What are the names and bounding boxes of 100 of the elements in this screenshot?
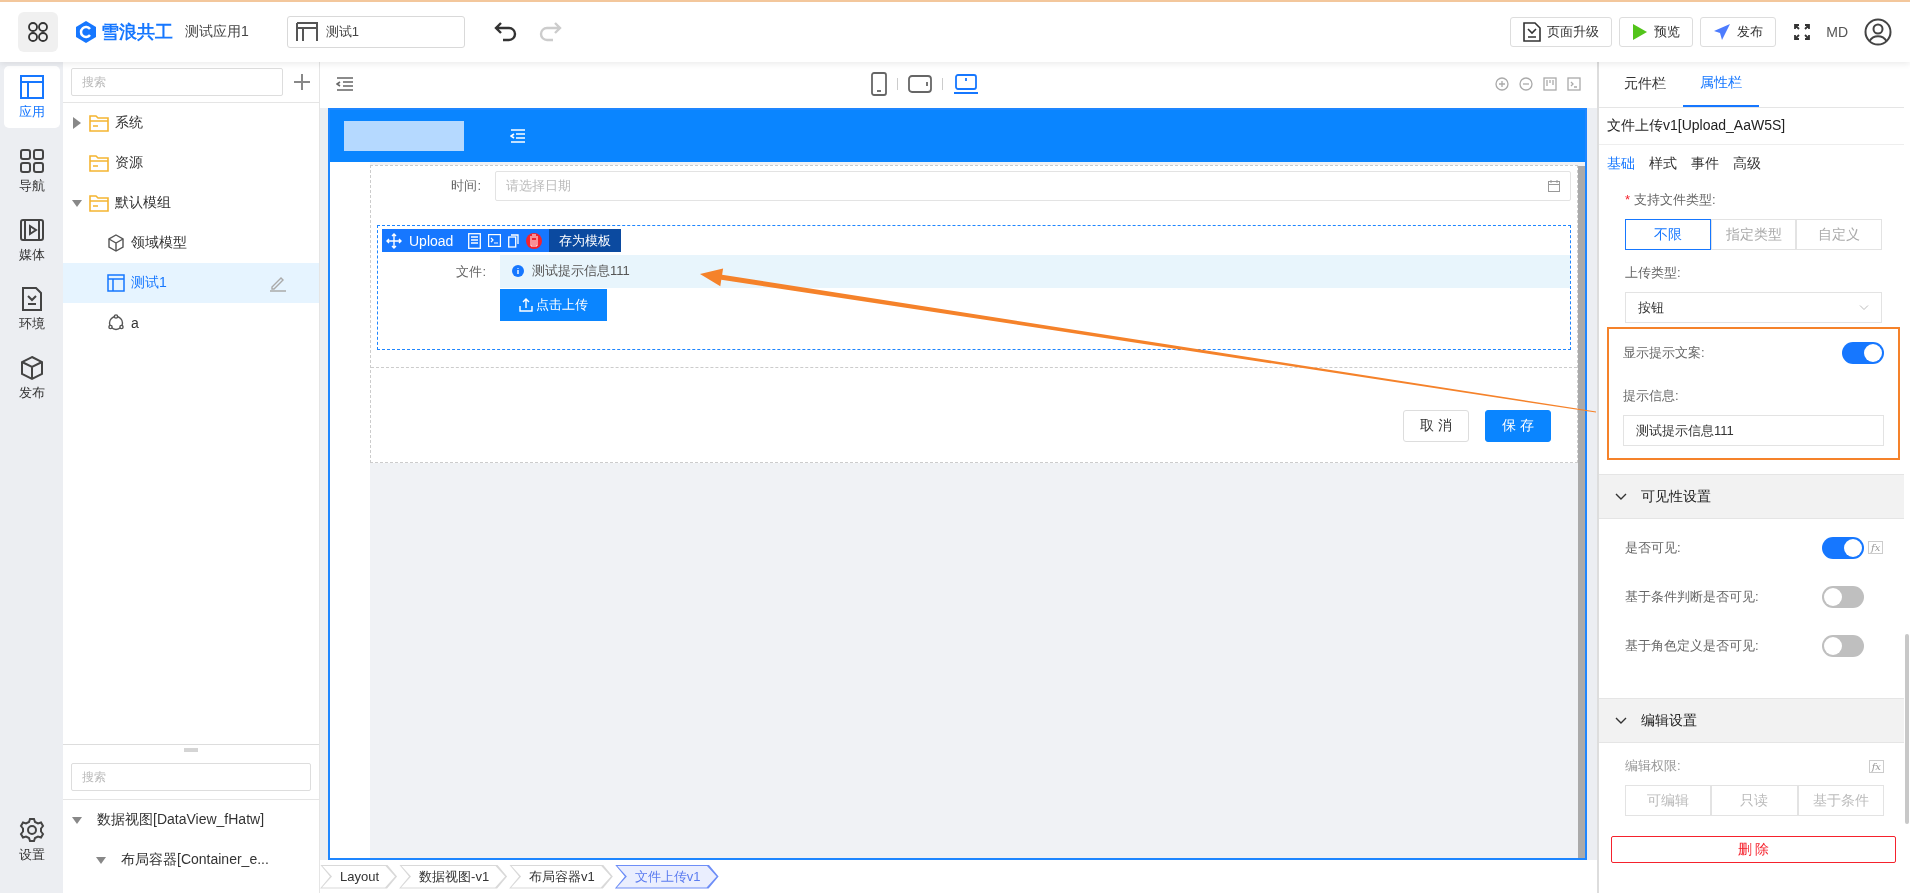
breadcrumb[interactable]: 布局容器v1 bbox=[509, 864, 613, 889]
tree-item[interactable]: 系统 bbox=[63, 103, 319, 143]
tree-item[interactable]: 默认模组 bbox=[63, 183, 319, 223]
collapse-menu-icon[interactable] bbox=[336, 77, 354, 91]
copy-icon[interactable] bbox=[508, 233, 520, 248]
panel-tab[interactable]: 属性栏 bbox=[1683, 60, 1759, 107]
outline-item[interactable]: 数据视图[DataView_fHatw] bbox=[63, 800, 319, 840]
toggle-switch[interactable] bbox=[1822, 536, 1864, 559]
logo-icon bbox=[75, 20, 97, 44]
app-icon bbox=[18, 73, 45, 100]
tip-input-field[interactable]: 测试提示信息111 bbox=[1623, 415, 1884, 446]
section-header[interactable]: 编辑设置 bbox=[1599, 699, 1904, 743]
play-icon bbox=[1632, 23, 1649, 41]
move-icon[interactable] bbox=[386, 232, 402, 249]
save-template-button[interactable]: 存为模板 bbox=[549, 229, 622, 252]
tree-item[interactable]: a bbox=[63, 303, 319, 343]
sub-tab[interactable]: 事件 bbox=[1691, 155, 1719, 173]
calendar-icon bbox=[1548, 180, 1560, 192]
apps-button[interactable] bbox=[18, 12, 58, 52]
setting-label: 上传类型: bbox=[1625, 264, 1681, 282]
avatar-icon[interactable] bbox=[1864, 18, 1892, 46]
zoom-in-icon[interactable] bbox=[1495, 77, 1509, 91]
tree-item[interactable]: 资源 bbox=[63, 143, 319, 183]
tree-item[interactable]: 测试1 bbox=[63, 263, 319, 303]
delete-button[interactable]: 删 除 bbox=[1611, 836, 1896, 863]
setting-label: 提示信息: bbox=[1623, 387, 1679, 405]
segment-option[interactable]: 不限 bbox=[1625, 219, 1711, 250]
scrollbar[interactable] bbox=[1578, 166, 1585, 858]
setting-label: 是否可见: bbox=[1625, 538, 1681, 557]
caret-down-icon[interactable] bbox=[72, 197, 82, 209]
rail-item[interactable]: 设置 bbox=[11, 814, 52, 866]
rail-item[interactable]: 媒体 bbox=[11, 214, 52, 266]
breadcrumb[interactable]: 数据视图-v1 bbox=[399, 864, 508, 889]
toggle-switch[interactable] bbox=[1822, 585, 1864, 608]
rail-item[interactable]: 发布 bbox=[11, 352, 52, 404]
upload-icon bbox=[519, 297, 533, 312]
laptop-icon[interactable] bbox=[952, 74, 979, 94]
section-title: 可见性设置 bbox=[1641, 487, 1711, 506]
phone-icon[interactable] bbox=[870, 72, 887, 96]
sub-tab[interactable]: 高级 bbox=[1733, 155, 1761, 173]
toggle-switch[interactable] bbox=[1822, 634, 1864, 657]
publish-button[interactable]: 发布 bbox=[1700, 17, 1777, 47]
page-selector[interactable]: 测试1 bbox=[286, 16, 465, 48]
tablet-icon[interactable] bbox=[907, 75, 932, 93]
tip-text: 测试提示信息111 bbox=[532, 262, 630, 280]
logo-text: 雪浪共工 bbox=[101, 21, 173, 44]
delete-icon[interactable] bbox=[526, 230, 543, 251]
layout-icon bbox=[107, 274, 125, 292]
panel-tab[interactable]: 元件栏 bbox=[1607, 60, 1683, 107]
preview-button[interactable]: 预览 bbox=[1619, 17, 1694, 47]
toggle-switch[interactable] bbox=[1842, 342, 1884, 364]
document-icon[interactable] bbox=[468, 232, 482, 249]
cube-icon bbox=[18, 354, 45, 381]
breadcrumb[interactable]: Layout bbox=[320, 864, 398, 889]
upload-type-dropdown[interactable]: 按钮 bbox=[1625, 292, 1882, 323]
outline-item[interactable]: 布局容器[Container_e... bbox=[63, 840, 319, 880]
rail-item[interactable]: 导航 bbox=[11, 145, 52, 197]
chevron-down-icon bbox=[1859, 304, 1869, 311]
setting-label: * 支持文件类型: bbox=[1625, 191, 1716, 209]
add-icon[interactable] bbox=[293, 73, 311, 91]
caret-right-icon[interactable] bbox=[72, 117, 82, 129]
component-name: Upload bbox=[409, 232, 454, 249]
zoom-out-icon[interactable] bbox=[1519, 77, 1533, 91]
paper-plane-icon bbox=[1713, 23, 1732, 41]
section-header[interactable]: 可见性设置 bbox=[1599, 475, 1904, 519]
film-icon bbox=[18, 216, 45, 243]
fullscreen-icon[interactable] bbox=[1794, 24, 1811, 40]
folder-icon bbox=[89, 194, 109, 212]
upgrade-button[interactable]: 页面升级 bbox=[1510, 17, 1613, 47]
sub-tab[interactable]: 样式 bbox=[1649, 155, 1677, 173]
section-title: 编辑设置 bbox=[1641, 711, 1697, 730]
field-label: 时间: bbox=[450, 177, 482, 195]
info-icon bbox=[512, 265, 524, 277]
drag-handle[interactable] bbox=[184, 748, 198, 752]
apps-icon bbox=[27, 21, 49, 43]
component-title: 文件上传v1[Upload_AaW5S] bbox=[1599, 108, 1904, 145]
upload-button[interactable]: 点击上传 bbox=[500, 288, 607, 321]
app-name: 测试应用1 bbox=[185, 23, 249, 41]
rail-item[interactable]: 应用 bbox=[3, 66, 60, 128]
document-icon bbox=[1523, 22, 1542, 42]
rail-item[interactable]: 环境 bbox=[11, 283, 52, 335]
chevron-icon[interactable] bbox=[1615, 716, 1627, 725]
nodes-icon bbox=[107, 314, 125, 332]
terminal-icon[interactable] bbox=[1567, 77, 1581, 91]
tree-item[interactable]: 领域模型 bbox=[63, 223, 319, 263]
sub-tab[interactable]: 基础 bbox=[1607, 155, 1635, 173]
cancel-button[interactable]: 取 消 bbox=[1403, 410, 1469, 442]
settings-icon bbox=[18, 816, 45, 843]
setting-label: 基于条件判断是否可见: bbox=[1625, 587, 1759, 606]
grid-icon bbox=[18, 147, 45, 174]
folder-icon bbox=[89, 154, 109, 172]
chevron-icon[interactable] bbox=[1615, 492, 1627, 501]
field-label: 文件: bbox=[455, 262, 487, 281]
folder-icon bbox=[89, 114, 109, 132]
caret-down-icon[interactable] bbox=[96, 854, 106, 866]
save-button[interactable]: 保 存 bbox=[1485, 410, 1551, 442]
menu-icon[interactable] bbox=[510, 129, 526, 143]
layout-icon bbox=[295, 22, 318, 42]
caret-down-icon[interactable] bbox=[72, 814, 82, 826]
cube-icon bbox=[107, 234, 125, 252]
